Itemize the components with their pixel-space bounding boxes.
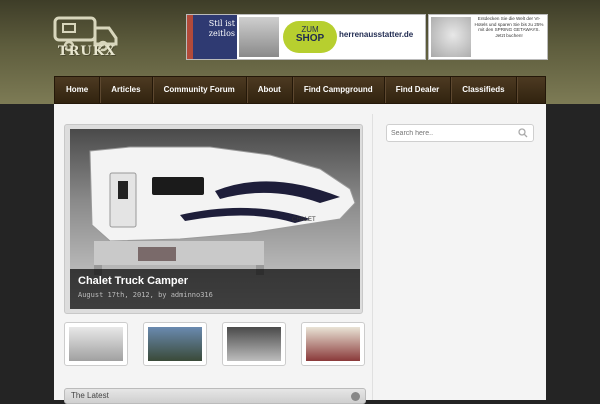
- ad-banner-hotels[interactable]: Entdecken Sie die Welt der VI-Hotels und…: [428, 14, 548, 60]
- nav-item-find-dealer[interactable]: Find Dealer: [385, 77, 452, 103]
- campsite-photo-icon: [306, 327, 360, 361]
- ad-slogan: Stil ist zeitlos: [208, 19, 235, 38]
- camper-brand-mark: CHALET: [292, 217, 316, 223]
- nav-item-articles[interactable]: Articles: [100, 77, 153, 103]
- featured-slider: CHALET Chalet Truck Camper August 17th, …: [64, 124, 363, 314]
- nav-item-find-campground[interactable]: Find Campground: [293, 77, 385, 103]
- ad-brand: herrenausstatter.de: [339, 30, 414, 39]
- nav-item-home[interactable]: Home: [55, 77, 101, 103]
- featured-title[interactable]: Chalet Truck Camper: [78, 275, 188, 287]
- nav-item-about[interactable]: About: [247, 77, 293, 103]
- propane-tanks-photo-icon: [227, 327, 281, 361]
- featured-meta: August 17th, 2012, by adminno316: [78, 291, 213, 299]
- latest-title: The Latest: [71, 391, 109, 400]
- slider-thumbnail-1[interactable]: [64, 322, 128, 366]
- search-box: [386, 124, 534, 142]
- ad-model-photo: [239, 17, 279, 57]
- featured-image[interactable]: CHALET Chalet Truck Camper August 17th, …: [70, 129, 360, 309]
- ad-shop-button[interactable]: ZUM SHOP: [283, 21, 337, 53]
- search-icon[interactable]: [518, 128, 528, 138]
- ad-banner-herrenausstatter[interactable]: Stil ist zeitlos ZUM SHOP herrenausstatt…: [186, 14, 426, 60]
- trailer-photo-icon: [148, 327, 202, 361]
- logo-text[interactable]: TRUKX: [56, 44, 118, 59]
- nav-item-classifieds[interactable]: Classifieds: [451, 77, 517, 103]
- featured-caption: Chalet Truck Camper August 17th, 2012, b…: [70, 269, 360, 309]
- ad-cta-line2: SHOP: [295, 33, 325, 44]
- main-content: CHALET Chalet Truck Camper August 17th, …: [54, 104, 546, 404]
- nav-item-community-forum[interactable]: Community Forum: [153, 77, 247, 103]
- latest-section-header: The Latest: [64, 388, 366, 404]
- camper-photo-icon: [69, 327, 123, 361]
- ad-woman-photo: [431, 17, 471, 57]
- ad-hotels-text: Entdecken Sie die Welt der VI-Hotels und…: [474, 16, 544, 38]
- search-input[interactable]: [391, 126, 515, 140]
- slider-thumbnail-2[interactable]: [143, 322, 207, 366]
- sidebar-divider: [372, 114, 373, 400]
- slider-thumbnail-3[interactable]: [222, 322, 286, 366]
- slider-thumbnail-4[interactable]: [301, 322, 365, 366]
- main-nav: Home Articles Community Forum About Find…: [54, 76, 546, 104]
